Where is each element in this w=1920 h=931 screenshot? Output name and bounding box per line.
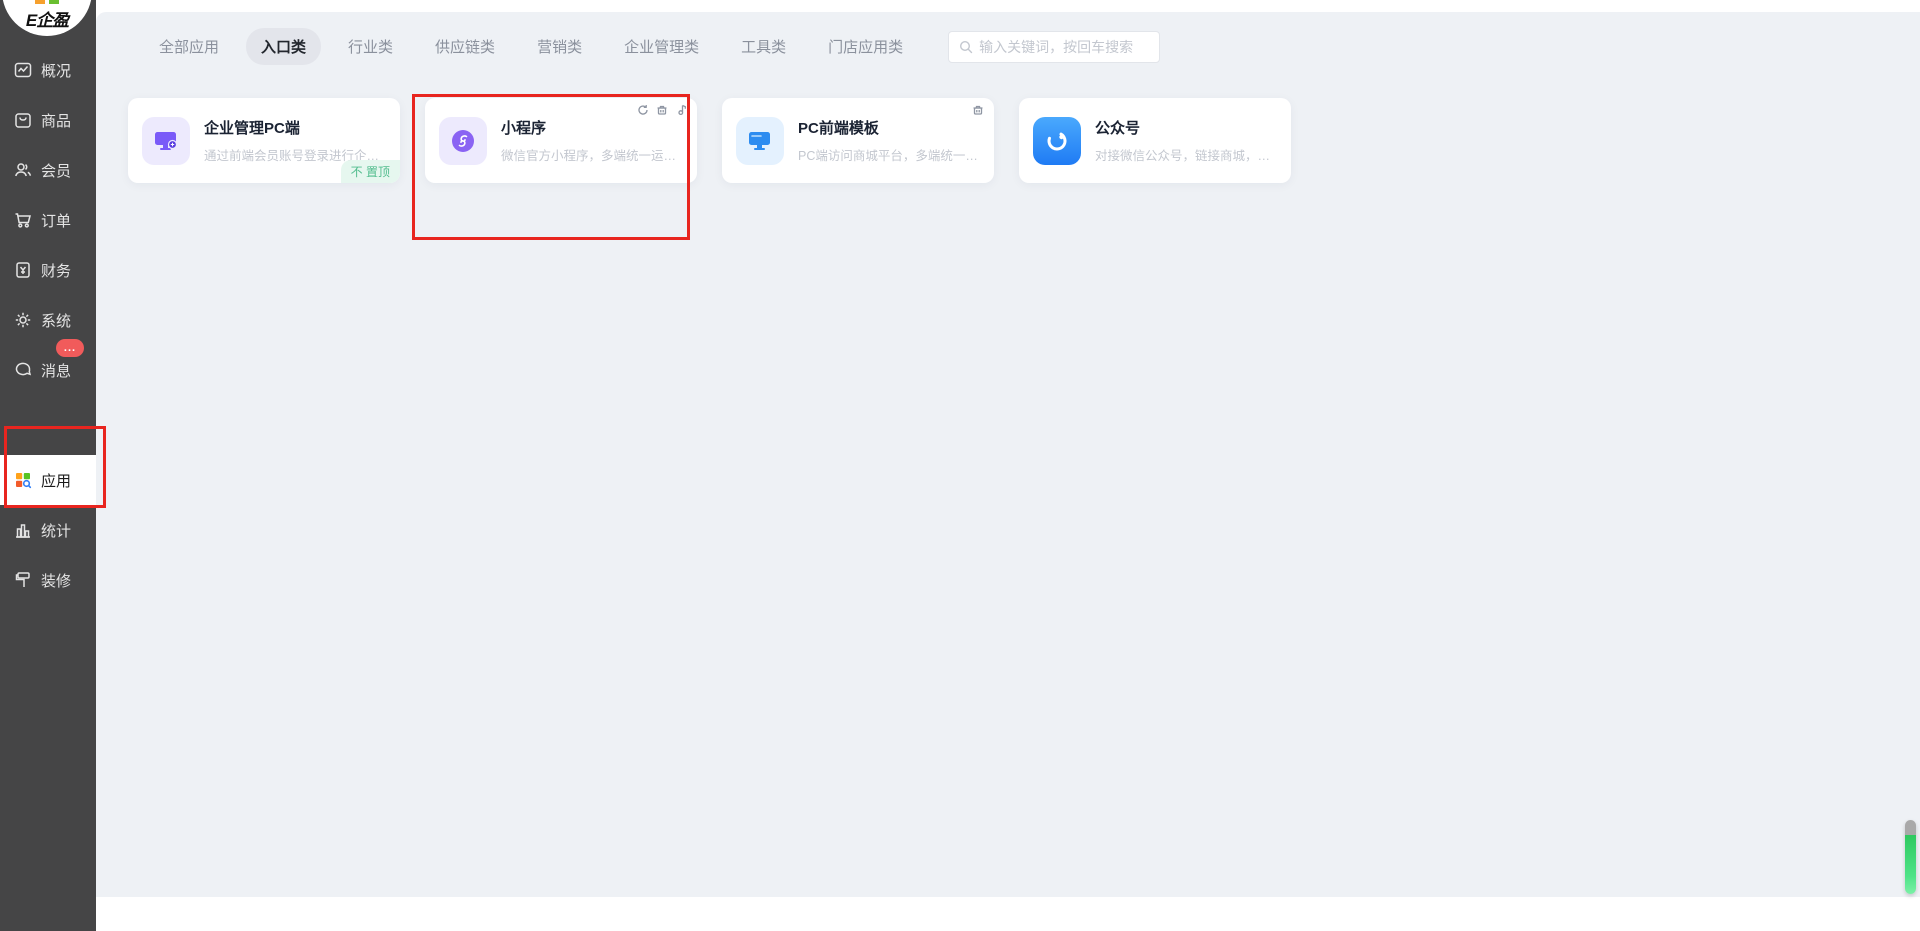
- vertical-scrollbar-thumb[interactable]: [1905, 820, 1916, 894]
- search-icon: [959, 40, 973, 54]
- logo-squares-icon: [35, 0, 59, 4]
- app-card-miniprogram[interactable]: 小程序 微信官方小程序，多端统一运营。: [425, 98, 697, 183]
- search-box[interactable]: [948, 31, 1160, 63]
- apps-icon: [13, 470, 33, 490]
- card-actions: [637, 104, 687, 116]
- sidebar-item-goods[interactable]: 商品: [0, 95, 96, 145]
- sidebar-spacer: [0, 395, 96, 455]
- overview-icon: [13, 60, 33, 80]
- sidebar-item-label: 财务: [41, 260, 71, 281]
- main-panel: 全部应用 入口类 行业类 供应链类 营销类 企业管理类 工具类 门店应用类 企业…: [96, 12, 1920, 897]
- members-icon: [13, 160, 33, 180]
- sidebar-item-label: 概况: [41, 60, 71, 81]
- card-text: PC前端模板 PC端访问商城平台，多端统一运...: [798, 117, 980, 164]
- sidebar-item-label: 装修: [41, 570, 71, 591]
- sidebar-item-stats[interactable]: 统计: [0, 505, 96, 555]
- logo-text: E企盈: [26, 6, 68, 31]
- sidebar-item-label: 消息: [41, 360, 71, 381]
- sidebar-item-label: 订单: [41, 210, 71, 231]
- sidebar-item-label: 会员: [41, 160, 71, 181]
- sidebar-item-members[interactable]: 会员: [0, 145, 96, 195]
- sidebar: E企盈 概况 商品 会员 订单 财务 系统 消息 ...: [0, 0, 96, 931]
- app-cards: 企业管理PC端 通过前端会员账号登录进行企业管理 不 置顶 小程序 微信官方小程…: [128, 98, 1920, 183]
- tab-store-apps[interactable]: 门店应用类: [813, 28, 918, 65]
- sidebar-item-overview[interactable]: 概况: [0, 45, 96, 95]
- card-actions: [972, 104, 984, 116]
- sidebar-item-message[interactable]: 消息 ...: [0, 345, 96, 395]
- app-description: 微信官方小程序，多端统一运营。: [501, 145, 683, 164]
- finance-icon: [13, 260, 33, 280]
- pin-status-tag[interactable]: 不 置顶: [341, 160, 400, 183]
- sidebar-item-decorate[interactable]: 装修: [0, 555, 96, 605]
- app-title: 小程序: [501, 117, 683, 138]
- sidebar-item-apps[interactable]: 应用: [0, 455, 96, 505]
- app-card-pc-template[interactable]: PC前端模板 PC端访问商城平台，多端统一运...: [722, 98, 994, 183]
- uninstall-icon[interactable]: [972, 104, 984, 116]
- sidebar-item-label: 统计: [41, 520, 71, 541]
- pc-template-icon: [736, 117, 784, 165]
- card-text: 企业管理PC端 通过前端会员账号登录进行企业管理: [204, 117, 386, 164]
- system-icon: [13, 310, 33, 330]
- app-description: 对接微信公众号，链接商城，便于...: [1095, 145, 1277, 164]
- pc-admin-icon: [142, 117, 190, 165]
- miniprogram-icon: [439, 117, 487, 165]
- card-text: 公众号 对接微信公众号，链接商城，便于...: [1095, 117, 1277, 164]
- sidebar-item-label: 系统: [41, 310, 71, 331]
- sidebar-item-orders[interactable]: 订单: [0, 195, 96, 245]
- decorate-icon: [13, 570, 33, 590]
- orders-icon: [13, 210, 33, 230]
- goods-icon: [13, 110, 33, 130]
- stats-icon: [13, 520, 33, 540]
- tab-tools[interactable]: 工具类: [726, 28, 801, 65]
- app-description: PC端访问商城平台，多端统一运...: [798, 145, 980, 164]
- tab-supply-chain[interactable]: 供应链类: [420, 28, 510, 65]
- sidebar-nav: 概况 商品 会员 订单 财务 系统 消息 ...: [0, 45, 96, 605]
- message-icon: [13, 360, 33, 380]
- app-title: PC前端模板: [798, 117, 980, 138]
- uninstall-icon[interactable]: [656, 104, 668, 116]
- app-card-enterprise-pc[interactable]: 企业管理PC端 通过前端会员账号登录进行企业管理 不 置顶: [128, 98, 400, 183]
- tab-entry[interactable]: 入口类: [246, 28, 321, 65]
- refresh-icon[interactable]: [637, 104, 649, 116]
- message-count-badge[interactable]: ...: [56, 339, 84, 357]
- app-card-official-account[interactable]: 公众号 对接微信公众号，链接商城，便于...: [1019, 98, 1291, 183]
- search-input[interactable]: [979, 39, 1149, 55]
- link-icon[interactable]: [675, 104, 687, 116]
- category-tabs: 全部应用 入口类 行业类 供应链类 营销类 企业管理类 工具类 门店应用类: [96, 12, 1920, 65]
- app-title: 公众号: [1095, 117, 1277, 138]
- sidebar-item-finance[interactable]: 财务: [0, 245, 96, 295]
- logo[interactable]: E企盈: [2, 0, 92, 36]
- tab-industry[interactable]: 行业类: [333, 28, 408, 65]
- app-title: 企业管理PC端: [204, 117, 386, 138]
- sidebar-item-system[interactable]: 系统: [0, 295, 96, 345]
- tab-marketing[interactable]: 营销类: [522, 28, 597, 65]
- card-text: 小程序 微信官方小程序，多端统一运营。: [501, 117, 683, 164]
- sidebar-item-label: 商品: [41, 110, 71, 131]
- tab-all-apps[interactable]: 全部应用: [144, 28, 234, 65]
- tab-enterprise-mgmt[interactable]: 企业管理类: [609, 28, 714, 65]
- official-account-icon: [1033, 117, 1081, 165]
- sidebar-item-label: 应用: [41, 470, 71, 491]
